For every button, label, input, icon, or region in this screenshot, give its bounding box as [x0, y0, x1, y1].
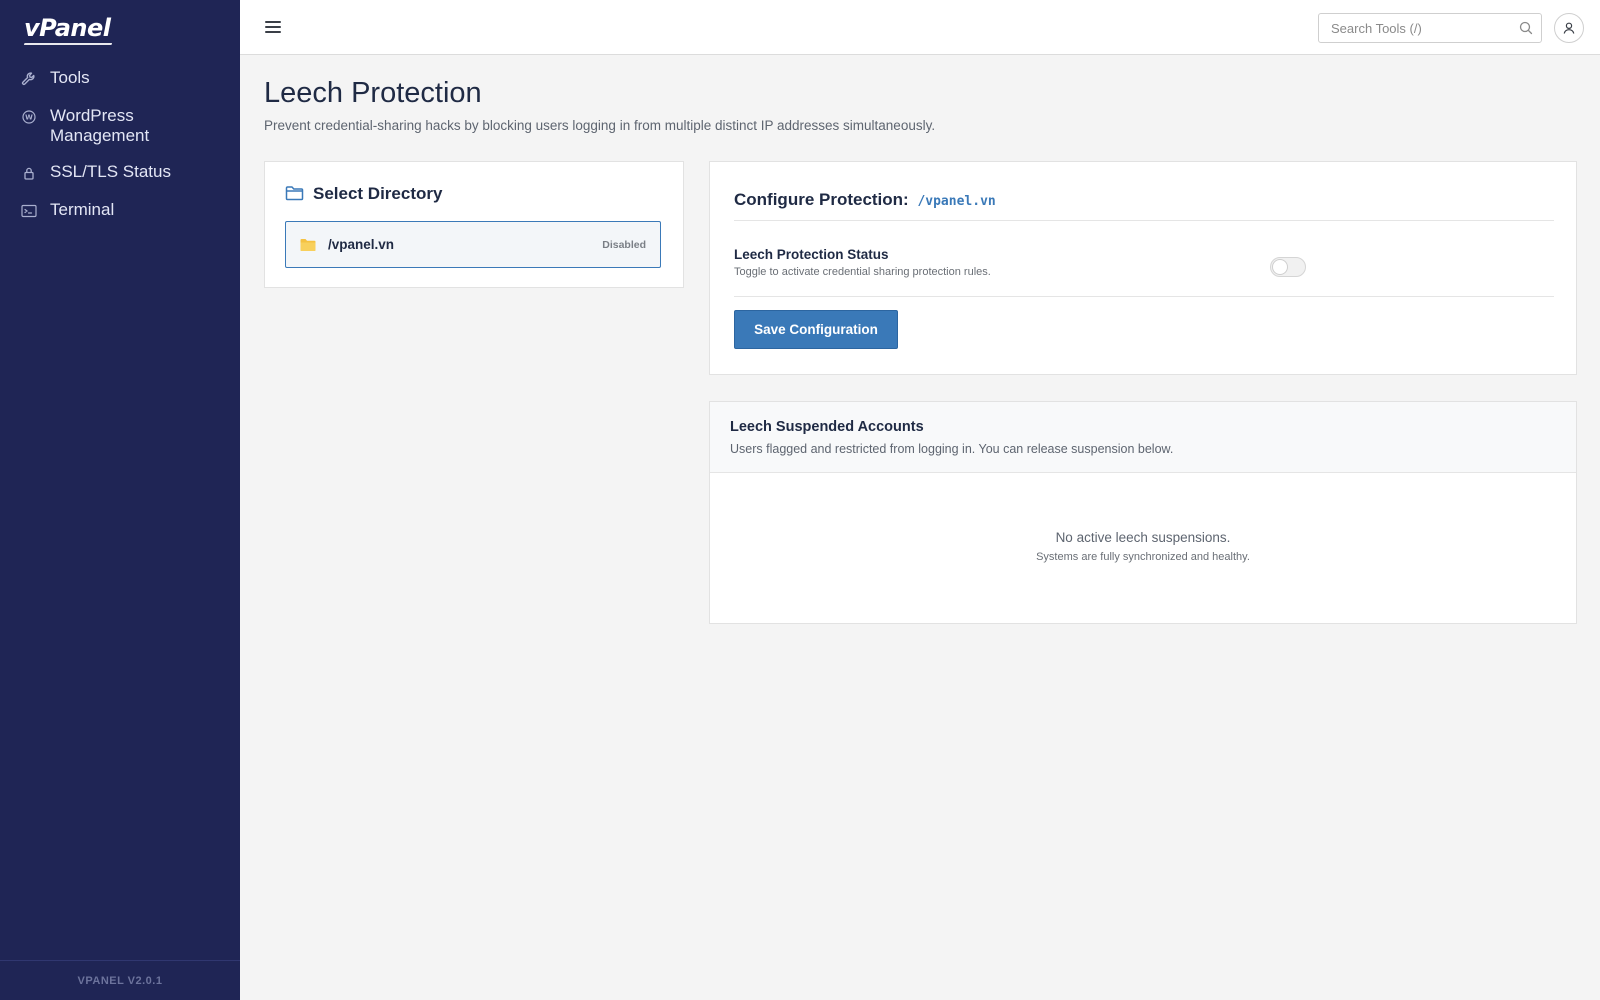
- page-description: Prevent credential-sharing hacks by bloc…: [264, 118, 936, 133]
- sidebar: vPanel Tools W WordPress Management SSL/…: [0, 0, 240, 1000]
- sidebar-nav: Tools W WordPress Management SSL/TLS Sta…: [0, 60, 240, 230]
- wordpress-icon: W: [20, 106, 38, 128]
- terminal-icon: [20, 200, 38, 222]
- user-icon: [1563, 22, 1575, 34]
- leech-protection-status-help: Toggle to activate credential sharing pr…: [734, 266, 991, 278]
- topbar: [240, 0, 1600, 55]
- configure-protection-card: Configure Protection: /vpanel.vn Leech P…: [709, 161, 1577, 375]
- suspended-accounts-card: Leech Suspended Accounts Users flagged a…: [709, 401, 1577, 624]
- save-configuration-button[interactable]: Save Configuration: [734, 310, 898, 349]
- configure-protection-title: Configure Protection: /vpanel.vn: [734, 190, 996, 210]
- sidebar-item-wordpress-management[interactable]: W WordPress Management: [0, 98, 240, 154]
- directory-path: /vpanel.vn: [328, 237, 395, 252]
- suspended-accounts-description: Users flagged and restricted from loggin…: [730, 442, 1174, 456]
- configure-protection-path: /vpanel.vn: [917, 194, 996, 209]
- status-badge: Disabled: [602, 238, 646, 251]
- divider: [734, 296, 1554, 297]
- search-input[interactable]: [1319, 14, 1499, 42]
- toggle-knob: [1272, 259, 1288, 275]
- folder-icon: [300, 238, 316, 252]
- sidebar-item-terminal[interactable]: Terminal: [0, 192, 240, 230]
- sidebar-item-ssl-tls-status[interactable]: SSL/TLS Status: [0, 154, 240, 192]
- page-title: Leech Protection: [264, 77, 482, 109]
- vpanel-logo[interactable]: vPanel: [24, 14, 111, 42]
- empty-state-title: No active leech suspensions.: [1055, 530, 1231, 545]
- lock-icon: [20, 162, 38, 184]
- suspended-accounts-title: Leech Suspended Accounts: [730, 419, 924, 435]
- select-directory-title: Select Directory: [313, 184, 443, 203]
- directory-item[interactable]: /vpanel.vn Disabled: [285, 221, 661, 268]
- svg-text:W: W: [25, 114, 33, 122]
- leech-protection-toggle[interactable]: [1270, 257, 1306, 277]
- sidebar-item-label: WordPress Management: [50, 106, 150, 145]
- folder-outline-icon: [285, 185, 305, 203]
- search-box: [1318, 13, 1542, 43]
- version-label: VPANEL V2.0.1: [0, 960, 240, 1000]
- empty-state-subtitle: Systems are fully synchronized and healt…: [1036, 551, 1250, 563]
- sidebar-item-label: Tools: [50, 68, 90, 87]
- search-icon[interactable]: [1519, 21, 1533, 35]
- sidebar-item-tools[interactable]: Tools: [0, 60, 240, 98]
- select-directory-card: Select Directory /vpanel.vn Disabled: [264, 161, 684, 288]
- leech-protection-status-label: Leech Protection Status: [734, 247, 889, 262]
- menu-icon[interactable]: [264, 18, 282, 36]
- suspended-accounts-header: Leech Suspended Accounts Users flagged a…: [710, 402, 1576, 473]
- sidebar-item-label: SSL/TLS Status: [50, 162, 171, 181]
- sidebar-item-label: Terminal: [50, 200, 115, 219]
- user-menu-button[interactable]: [1554, 13, 1584, 43]
- select-directory-heading: Select Directory: [285, 184, 442, 204]
- logo-underline: [23, 43, 113, 45]
- configure-protection-label: Configure Protection:: [734, 190, 909, 209]
- divider: [734, 220, 1554, 221]
- wrench-icon: [20, 68, 38, 90]
